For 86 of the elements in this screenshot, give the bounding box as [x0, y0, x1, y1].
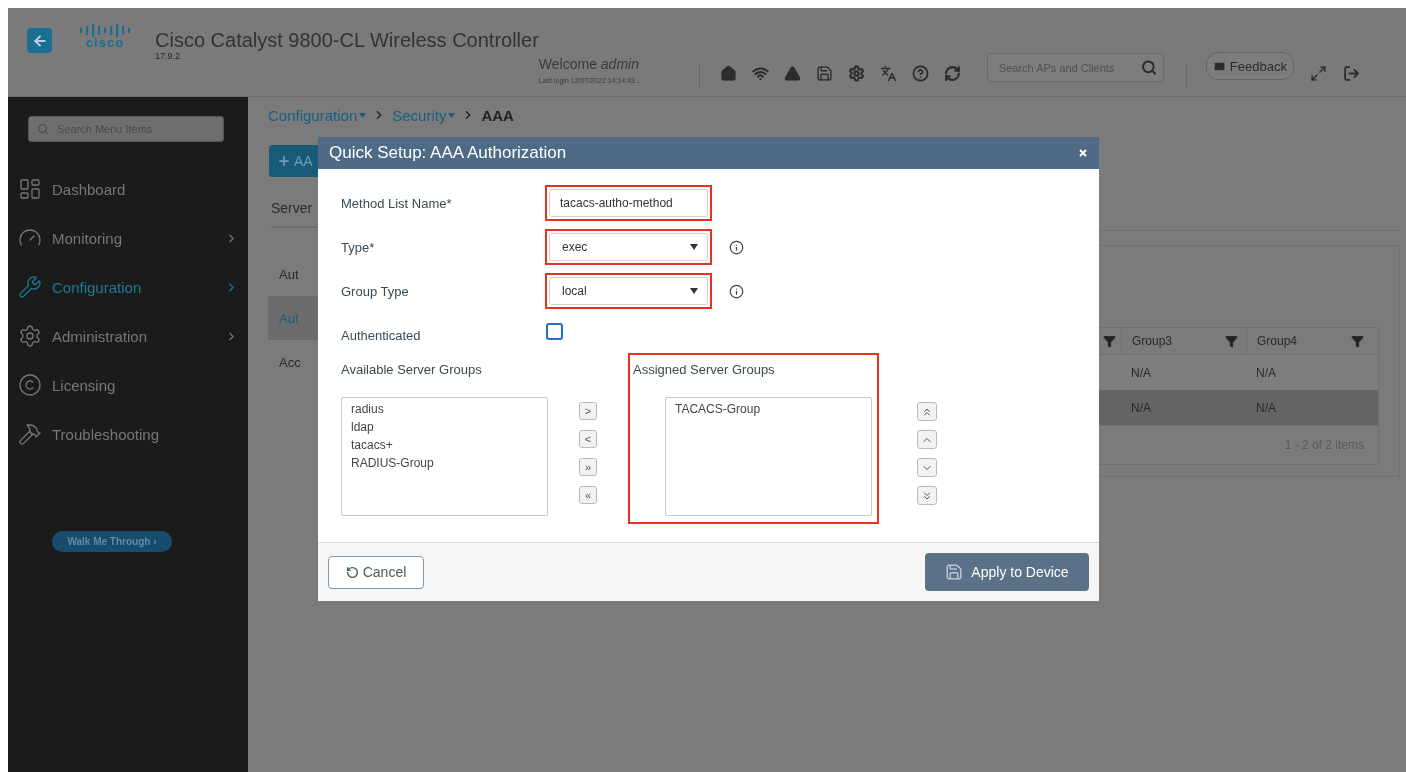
list-label: Assigned Server Groups: [633, 361, 776, 379]
home-icon[interactable]: [719, 65, 737, 82]
app-title: Cisco Catalyst 9800-CL Wireless Controller: [155, 29, 539, 51]
move-button[interactable]: <: [579, 430, 597, 448]
reorder-button[interactable]: [917, 430, 937, 449]
filter-icon[interactable]: [1103, 334, 1116, 348]
list-item[interactable]: Aut: [268, 252, 318, 296]
reorder-button[interactable]: [917, 458, 937, 477]
reorder-button[interactable]: [917, 402, 937, 421]
expand-icon[interactable]: [1309, 65, 1327, 82]
cancel-button[interactable]: Cancel: [328, 555, 424, 589]
text-field[interactable]: tacacs-autho-method: [549, 189, 708, 217]
list-item[interactable]: Acc: [268, 340, 318, 384]
column-header: Group4: [1257, 334, 1298, 348]
sidebar-item[interactable]: Monitoring: [8, 221, 238, 255]
list-label: Available Server Groups: [341, 361, 483, 379]
walk-me-through-button[interactable]: Walk Me Through ›: [52, 531, 172, 552]
settings-icon[interactable]: [847, 65, 865, 82]
table-row[interactable]: N/A N/A: [1099, 390, 1378, 425]
table-cell-text: N/A: [1255, 365, 1277, 380]
checkbox[interactable]: [546, 322, 563, 340]
list-item[interactable]: tacacs+: [351, 436, 538, 454]
table-cell-text: N/A: [1255, 400, 1277, 415]
column-header: Group3: [1132, 334, 1173, 348]
field-label: Method List Name*: [341, 195, 453, 211]
save-icon[interactable]: [815, 65, 833, 82]
breadcrumb-link[interactable]: AAA: [481, 106, 514, 124]
close-button[interactable]: [1079, 149, 1087, 157]
copyright-icon: [18, 373, 42, 397]
move-bottom-icon: [921, 489, 933, 502]
list-box[interactable]: TACACS-Group: [665, 397, 872, 516]
search-icon: [37, 123, 49, 135]
wrench-icon: [18, 275, 42, 299]
move-button[interactable]: >: [579, 402, 597, 420]
list-item[interactable]: ldap: [351, 418, 538, 436]
list-item[interactable]: RADIUS-Group: [351, 454, 538, 472]
gear-icon: [18, 324, 42, 348]
logout-icon[interactable]: [1342, 65, 1360, 82]
sidebar-item[interactable]: Configuration: [8, 270, 238, 304]
field-label: Type*: [341, 239, 376, 255]
info-icon[interactable]: [729, 283, 744, 299]
search-icon: [1140, 59, 1157, 76]
welcome-text: Welcome admin: [538, 56, 640, 72]
version-text: 17.9.2: [155, 51, 182, 61]
plus-icon: [277, 154, 291, 168]
mail-icon: [1212, 59, 1226, 73]
sidebar-item[interactable]: Licensing: [8, 368, 238, 402]
move-button[interactable]: »: [579, 458, 597, 476]
add-button[interactable]: AA: [269, 145, 318, 177]
apply-button[interactable]: Apply to Device: [925, 553, 1089, 591]
back-button[interactable]: [27, 28, 52, 53]
dropdown[interactable]: local: [549, 277, 708, 305]
refresh-icon[interactable]: [943, 65, 961, 82]
undo-icon: [345, 565, 359, 579]
sidebar-item[interactable]: Troubleshooting: [8, 417, 238, 451]
dropdown[interactable]: exec: [549, 233, 708, 261]
close-icon: [1079, 149, 1087, 157]
move-button[interactable]: «: [579, 486, 597, 504]
caret-icon: [359, 112, 367, 118]
save-icon: [945, 563, 964, 581]
logo-text: cisco: [85, 37, 125, 49]
feedback-button[interactable]: Feedback: [1205, 52, 1294, 80]
logo-bars-icon: [79, 23, 131, 37]
list-item[interactable]: TACACS-Group: [675, 400, 862, 418]
reorder-button[interactable]: [917, 486, 937, 505]
field-label: Authenticated: [341, 327, 422, 343]
filter-icon[interactable]: [1225, 334, 1238, 348]
list-box[interactable]: radius ldap tacacs+ RADIUS-Group: [341, 397, 548, 516]
sidebar-item[interactable]: Dashboard: [8, 172, 238, 206]
info-icon[interactable]: [729, 239, 744, 255]
hammer-icon: [18, 422, 42, 446]
language-icon[interactable]: [879, 65, 897, 82]
caret-icon: [690, 288, 698, 294]
dashboard-icon: [18, 177, 42, 201]
wifi-icon[interactable]: [751, 65, 769, 82]
filter-icon[interactable]: [1351, 334, 1364, 348]
list-item[interactable]: radius: [351, 400, 538, 418]
field-label: Group Type: [341, 283, 410, 299]
sidebar-item[interactable]: Administration: [8, 319, 238, 353]
help-icon[interactable]: [911, 65, 929, 82]
table-cell-text: N/A: [1130, 365, 1152, 380]
caret-icon: [448, 112, 456, 118]
table-cell-text: N/A: [1130, 400, 1152, 415]
dialog-title: Quick Setup: AAA Authorization: [329, 143, 567, 163]
caret-icon: [690, 244, 698, 250]
warning-icon[interactable]: [783, 65, 801, 82]
